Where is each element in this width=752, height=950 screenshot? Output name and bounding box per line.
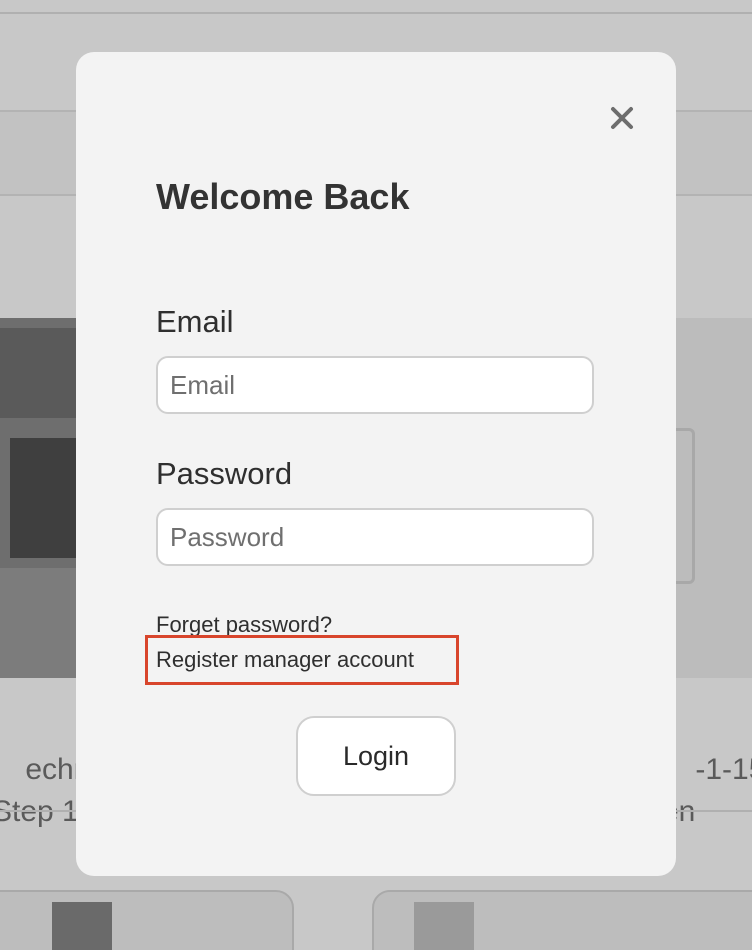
background-card-left xyxy=(0,890,294,950)
background-caption-right-line1: -1-15-5 xyxy=(695,753,752,786)
password-label: Password xyxy=(156,456,293,491)
password-field[interactable] xyxy=(156,508,594,566)
modal-title: Welcome Back xyxy=(156,176,410,217)
background-card-right xyxy=(372,890,752,950)
page-background: echnicStep 1 -1-15-5en Welcome Back Emai… xyxy=(0,0,752,950)
login-button[interactable]: Login xyxy=(296,716,456,796)
register-manager-account-link[interactable]: Register manager account xyxy=(156,647,414,673)
close-button[interactable] xyxy=(606,104,638,136)
email-label: Email xyxy=(156,304,234,339)
email-field[interactable] xyxy=(156,356,594,414)
login-modal: Welcome Back Email Password Forget passw… xyxy=(76,52,676,876)
background-divider xyxy=(0,12,752,14)
close-icon xyxy=(610,106,634,135)
